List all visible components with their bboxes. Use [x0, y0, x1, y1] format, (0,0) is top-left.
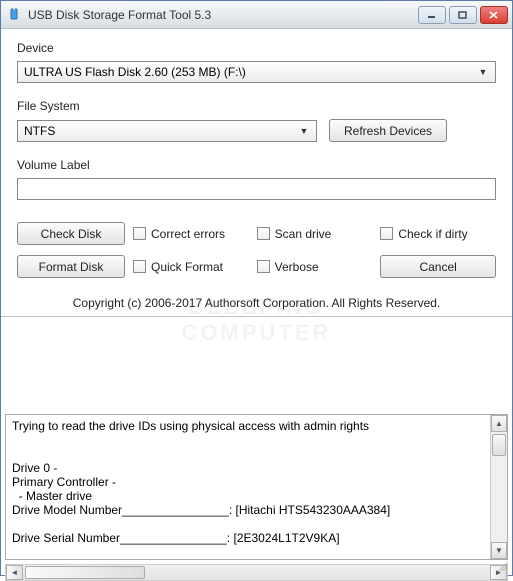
verbose-checkbox[interactable]: Verbose	[257, 260, 373, 274]
file-system-value: NTFS	[24, 124, 296, 138]
checkbox-icon	[257, 227, 270, 240]
check-if-dirty-checkbox[interactable]: Check if dirty	[380, 227, 496, 241]
resize-grip-icon[interactable]	[496, 559, 508, 571]
checkbox-label: Check if dirty	[398, 227, 467, 241]
checkbox-icon	[380, 227, 393, 240]
button-label: Cancel	[419, 260, 456, 274]
checkbox-icon	[133, 227, 146, 240]
log-pane: Trying to read the drive IDs using physi…	[5, 414, 508, 560]
volume-label-input[interactable]	[17, 178, 496, 200]
volume-label-label: Volume Label	[17, 158, 496, 172]
checkbox-label: Verbose	[275, 260, 319, 274]
device-dropdown[interactable]: ULTRA US Flash Disk 2.60 (253 MB) (F:\) …	[17, 61, 496, 83]
checkbox-icon	[133, 260, 146, 273]
scroll-down-icon[interactable]: ▼	[491, 542, 507, 559]
close-button[interactable]	[480, 6, 508, 24]
maximize-button[interactable]	[449, 6, 477, 24]
copyright-text: Copyright (c) 2006-2017 Authorsoft Corpo…	[17, 296, 496, 310]
vertical-scrollbar[interactable]: ▲ ▼	[490, 415, 507, 559]
button-label: Check Disk	[41, 227, 102, 241]
minimize-button[interactable]	[418, 6, 446, 24]
app-icon	[7, 7, 23, 23]
button-label: Format Disk	[39, 260, 104, 274]
window-title: USB Disk Storage Format Tool 5.3	[28, 8, 418, 22]
scroll-track[interactable]	[23, 565, 490, 580]
correct-errors-checkbox[interactable]: Correct errors	[133, 227, 249, 241]
check-disk-button[interactable]: Check Disk	[17, 222, 125, 245]
button-label: Refresh Devices	[344, 124, 432, 138]
device-value: ULTRA US Flash Disk 2.60 (253 MB) (F:\)	[24, 65, 475, 79]
chevron-down-icon: ▼	[475, 67, 491, 77]
scroll-thumb[interactable]	[25, 566, 145, 579]
checkbox-icon	[257, 260, 270, 273]
device-label: Device	[17, 41, 496, 55]
scan-drive-checkbox[interactable]: Scan drive	[257, 227, 373, 241]
checkbox-label: Correct errors	[151, 227, 225, 241]
title-bar: USB Disk Storage Format Tool 5.3	[1, 1, 512, 29]
format-disk-button[interactable]: Format Disk	[17, 255, 125, 278]
log-text[interactable]: Trying to read the drive IDs using physi…	[6, 415, 490, 559]
scroll-thumb[interactable]	[492, 434, 506, 456]
scroll-up-icon[interactable]: ▲	[491, 415, 507, 432]
horizontal-scrollbar[interactable]: ◄ ►	[5, 564, 508, 581]
divider	[1, 316, 512, 317]
scroll-track[interactable]	[491, 432, 507, 542]
chevron-down-icon: ▼	[296, 126, 312, 136]
checkbox-label: Quick Format	[151, 260, 223, 274]
quick-format-checkbox[interactable]: Quick Format	[133, 260, 249, 274]
file-system-label: File System	[17, 99, 496, 113]
refresh-devices-button[interactable]: Refresh Devices	[329, 119, 447, 142]
file-system-dropdown[interactable]: NTFS ▼	[17, 120, 317, 142]
scroll-left-icon[interactable]: ◄	[6, 565, 23, 580]
cancel-button[interactable]: Cancel	[380, 255, 496, 278]
checkbox-label: Scan drive	[275, 227, 332, 241]
